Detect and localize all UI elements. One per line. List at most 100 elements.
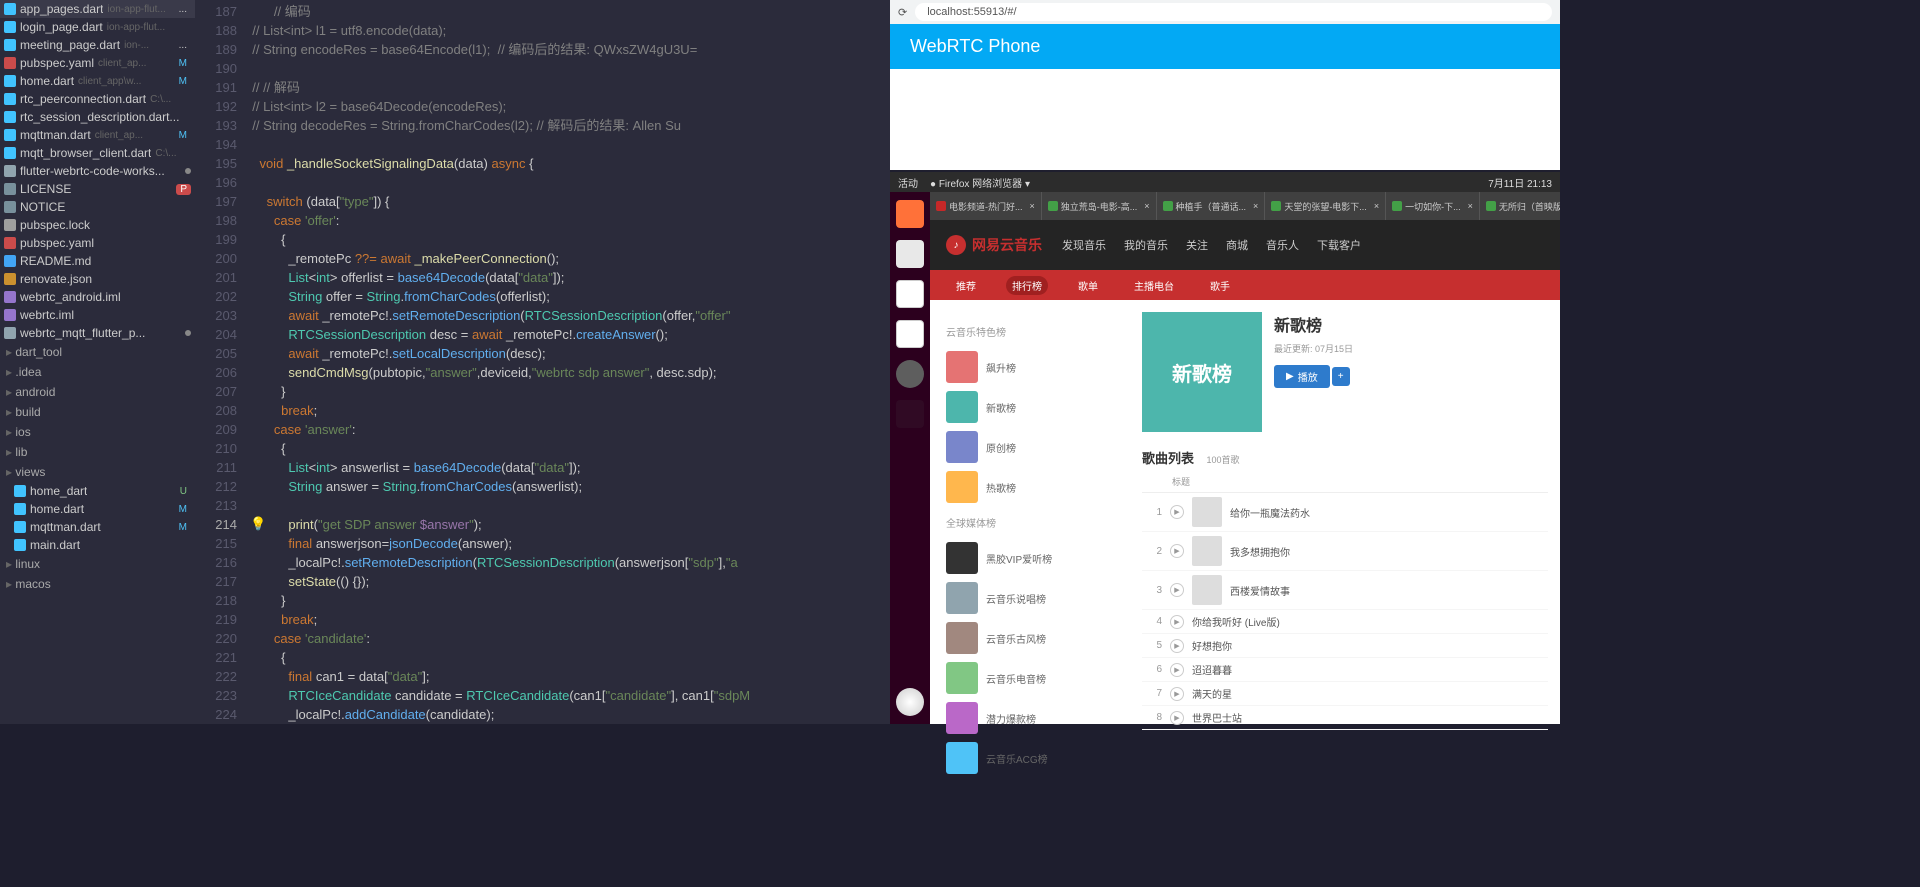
code-editor[interactable]: 1871881891901911921931941951961971981992… (195, 0, 890, 724)
netease-logo[interactable]: ♪ 网易云音乐 (946, 235, 1042, 255)
song-row[interactable]: 6▶迢迢暮暮 (1142, 658, 1548, 682)
song-row[interactable]: 7▶满天的星 (1142, 682, 1548, 706)
play-icon[interactable]: ▶ (1170, 615, 1184, 629)
lib-file[interactable]: mqttman.dartM (10, 518, 195, 536)
nav-item[interactable]: 音乐人 (1266, 237, 1299, 253)
chart-cover[interactable]: 新歌榜 (1142, 312, 1262, 432)
song-row[interactable]: 4▶你给我听好 (Live版) (1142, 610, 1548, 634)
song-row[interactable]: 1▶给你一瓶魔法药水 (1142, 493, 1548, 532)
open-file[interactable]: app_pages.dartion-app-flut...... (0, 0, 195, 18)
subnav-item[interactable]: 歌手 (1204, 276, 1236, 295)
subnav-item[interactable]: 排行榜 (1006, 276, 1048, 295)
play-icon[interactable]: ▶ (1170, 663, 1184, 677)
project-file[interactable]: LICENSEP (0, 180, 195, 198)
open-file[interactable]: mqttman.dartclient_ap...M (0, 126, 195, 144)
clock[interactable]: 7月11日 21:13 (1488, 175, 1552, 190)
play-icon[interactable]: ▶ (1170, 544, 1184, 558)
lib-file[interactable]: home_dartU (10, 482, 195, 500)
close-icon[interactable]: × (1374, 201, 1379, 211)
open-file[interactable]: mqtt_browser_client.dartC:\... (0, 144, 195, 162)
project-file[interactable]: README.md (0, 252, 195, 270)
browser-tab[interactable]: 无所归（首映版...× (1480, 192, 1560, 220)
open-file[interactable]: home.dartclient_app\w...M (0, 72, 195, 90)
close-icon[interactable]: × (1030, 201, 1035, 211)
open-file[interactable]: pubspec.yamlclient_ap...M (0, 54, 195, 72)
project-file[interactable]: webrtc_mqtt_flutter_p... (0, 324, 195, 342)
playlist-item[interactable]: 新歌榜 (946, 387, 1114, 427)
playlist-item[interactable]: 热歌榜 (946, 467, 1114, 507)
close-icon[interactable]: × (1253, 201, 1258, 211)
project-file[interactable]: pubspec.yaml (0, 234, 195, 252)
current-app[interactable]: ● Firefox 网络浏览器 ▾ (930, 175, 1030, 190)
playlist-item[interactable]: 云音乐电音榜 (946, 658, 1114, 698)
nav-item[interactable]: 发现音乐 (1062, 237, 1106, 253)
subnav-item[interactable]: 主播电台 (1128, 276, 1180, 295)
text-editor-icon[interactable] (896, 280, 924, 308)
nav-item[interactable]: 商城 (1226, 237, 1248, 253)
open-file[interactable]: rtc_peerconnection.dartC:\... (0, 90, 195, 108)
nav-item[interactable]: 下载客户 (1317, 237, 1361, 253)
project-file[interactable]: webrtc.iml (0, 306, 195, 324)
terminal-icon[interactable] (896, 400, 924, 428)
browser-tab[interactable]: 一切如你-下...× (1386, 192, 1480, 220)
lightbulb-icon[interactable]: 💡 (250, 516, 266, 532)
settings-icon[interactable] (896, 360, 924, 388)
playlist-item[interactable]: 飙升榜 (946, 347, 1114, 387)
playlist-item[interactable]: 原创榜 (946, 427, 1114, 467)
folder[interactable]: dart_tool (0, 342, 195, 362)
folder[interactable]: build (0, 402, 195, 422)
activities-button[interactable]: 活动 (898, 175, 918, 190)
reload-icon[interactable]: ⟳ (898, 6, 907, 19)
play-icon[interactable]: ▶ (1170, 583, 1184, 597)
project-file[interactable]: renovate.json (0, 270, 195, 288)
folder[interactable]: android (0, 382, 195, 402)
address-bar[interactable]: localhost:55913/#/ (915, 3, 1552, 21)
playlist-item[interactable]: 云音乐古风榜 (946, 618, 1114, 658)
folder[interactable]: linux (0, 554, 195, 574)
close-icon[interactable]: × (1144, 201, 1149, 211)
open-file[interactable]: meeting_page.dartion-...... (0, 36, 195, 54)
open-file[interactable]: login_page.dartion-app-flut... (0, 18, 195, 36)
lib-file[interactable]: main.dart (10, 536, 195, 554)
song-row[interactable]: 8▶世界巴士站 (1142, 706, 1548, 730)
playlist-item[interactable]: 云音乐ACG榜 (946, 738, 1114, 778)
firefox-icon[interactable] (896, 200, 924, 228)
song-row[interactable]: 3▶西楼爱情故事 (1142, 571, 1548, 610)
open-file[interactable]: rtc_session_description.dart... (0, 108, 195, 126)
project-file[interactable]: NOTICE (0, 198, 195, 216)
nav-item[interactable]: 关注 (1186, 237, 1208, 253)
folder[interactable]: ios (0, 422, 195, 442)
folder[interactable]: views (0, 462, 195, 482)
playlist-item[interactable]: 黑胶VIP爱听榜 (946, 538, 1114, 578)
browser-tab[interactable]: 天堂的张望-电影下...× (1265, 192, 1386, 220)
show-apps-icon[interactable] (896, 688, 924, 716)
browser-tab[interactable]: 种植手（普通话...× (1157, 192, 1266, 220)
nav-item[interactable]: 我的音乐 (1124, 237, 1168, 253)
files-icon[interactable] (896, 240, 924, 268)
play-icon[interactable]: ▶ (1170, 687, 1184, 701)
play-button[interactable]: ▶ 播放 (1274, 365, 1330, 388)
browser-tab[interactable]: 电影频道-热门好...× (930, 192, 1042, 220)
subnav-item[interactable]: 歌单 (1072, 276, 1104, 295)
lib-file[interactable]: home.dartM (10, 500, 195, 518)
folder[interactable]: .idea (0, 362, 195, 382)
play-icon[interactable]: ▶ (1170, 711, 1184, 725)
folder[interactable]: lib (0, 442, 195, 462)
project-file[interactable]: pubspec.lock (0, 216, 195, 234)
subnav-item[interactable]: 推荐 (950, 276, 982, 295)
document-icon[interactable] (896, 320, 924, 348)
add-button[interactable]: + (1332, 367, 1350, 386)
play-icon[interactable]: ▶ (1170, 639, 1184, 653)
song-row[interactable]: 2▶我多想拥抱你 (1142, 532, 1548, 571)
song-row[interactable]: 5▶好想抱你 (1142, 634, 1548, 658)
play-icon[interactable]: ▶ (1170, 505, 1184, 519)
folder[interactable]: macos (0, 574, 195, 594)
code-area[interactable]: // 编码 // List<int> l1 = utf8.encode(data… (245, 0, 890, 724)
playlist-item[interactable]: 云音乐说唱榜 (946, 578, 1114, 618)
playlist-cover (946, 622, 978, 654)
playlist-item[interactable]: 潜力爆款榜 (946, 698, 1114, 738)
close-icon[interactable]: × (1468, 201, 1473, 211)
project-file[interactable]: flutter-webrtc-code-works... (0, 162, 195, 180)
project-file[interactable]: webrtc_android.iml (0, 288, 195, 306)
browser-tab[interactable]: 独立荒岛-电影-高...× (1042, 192, 1157, 220)
